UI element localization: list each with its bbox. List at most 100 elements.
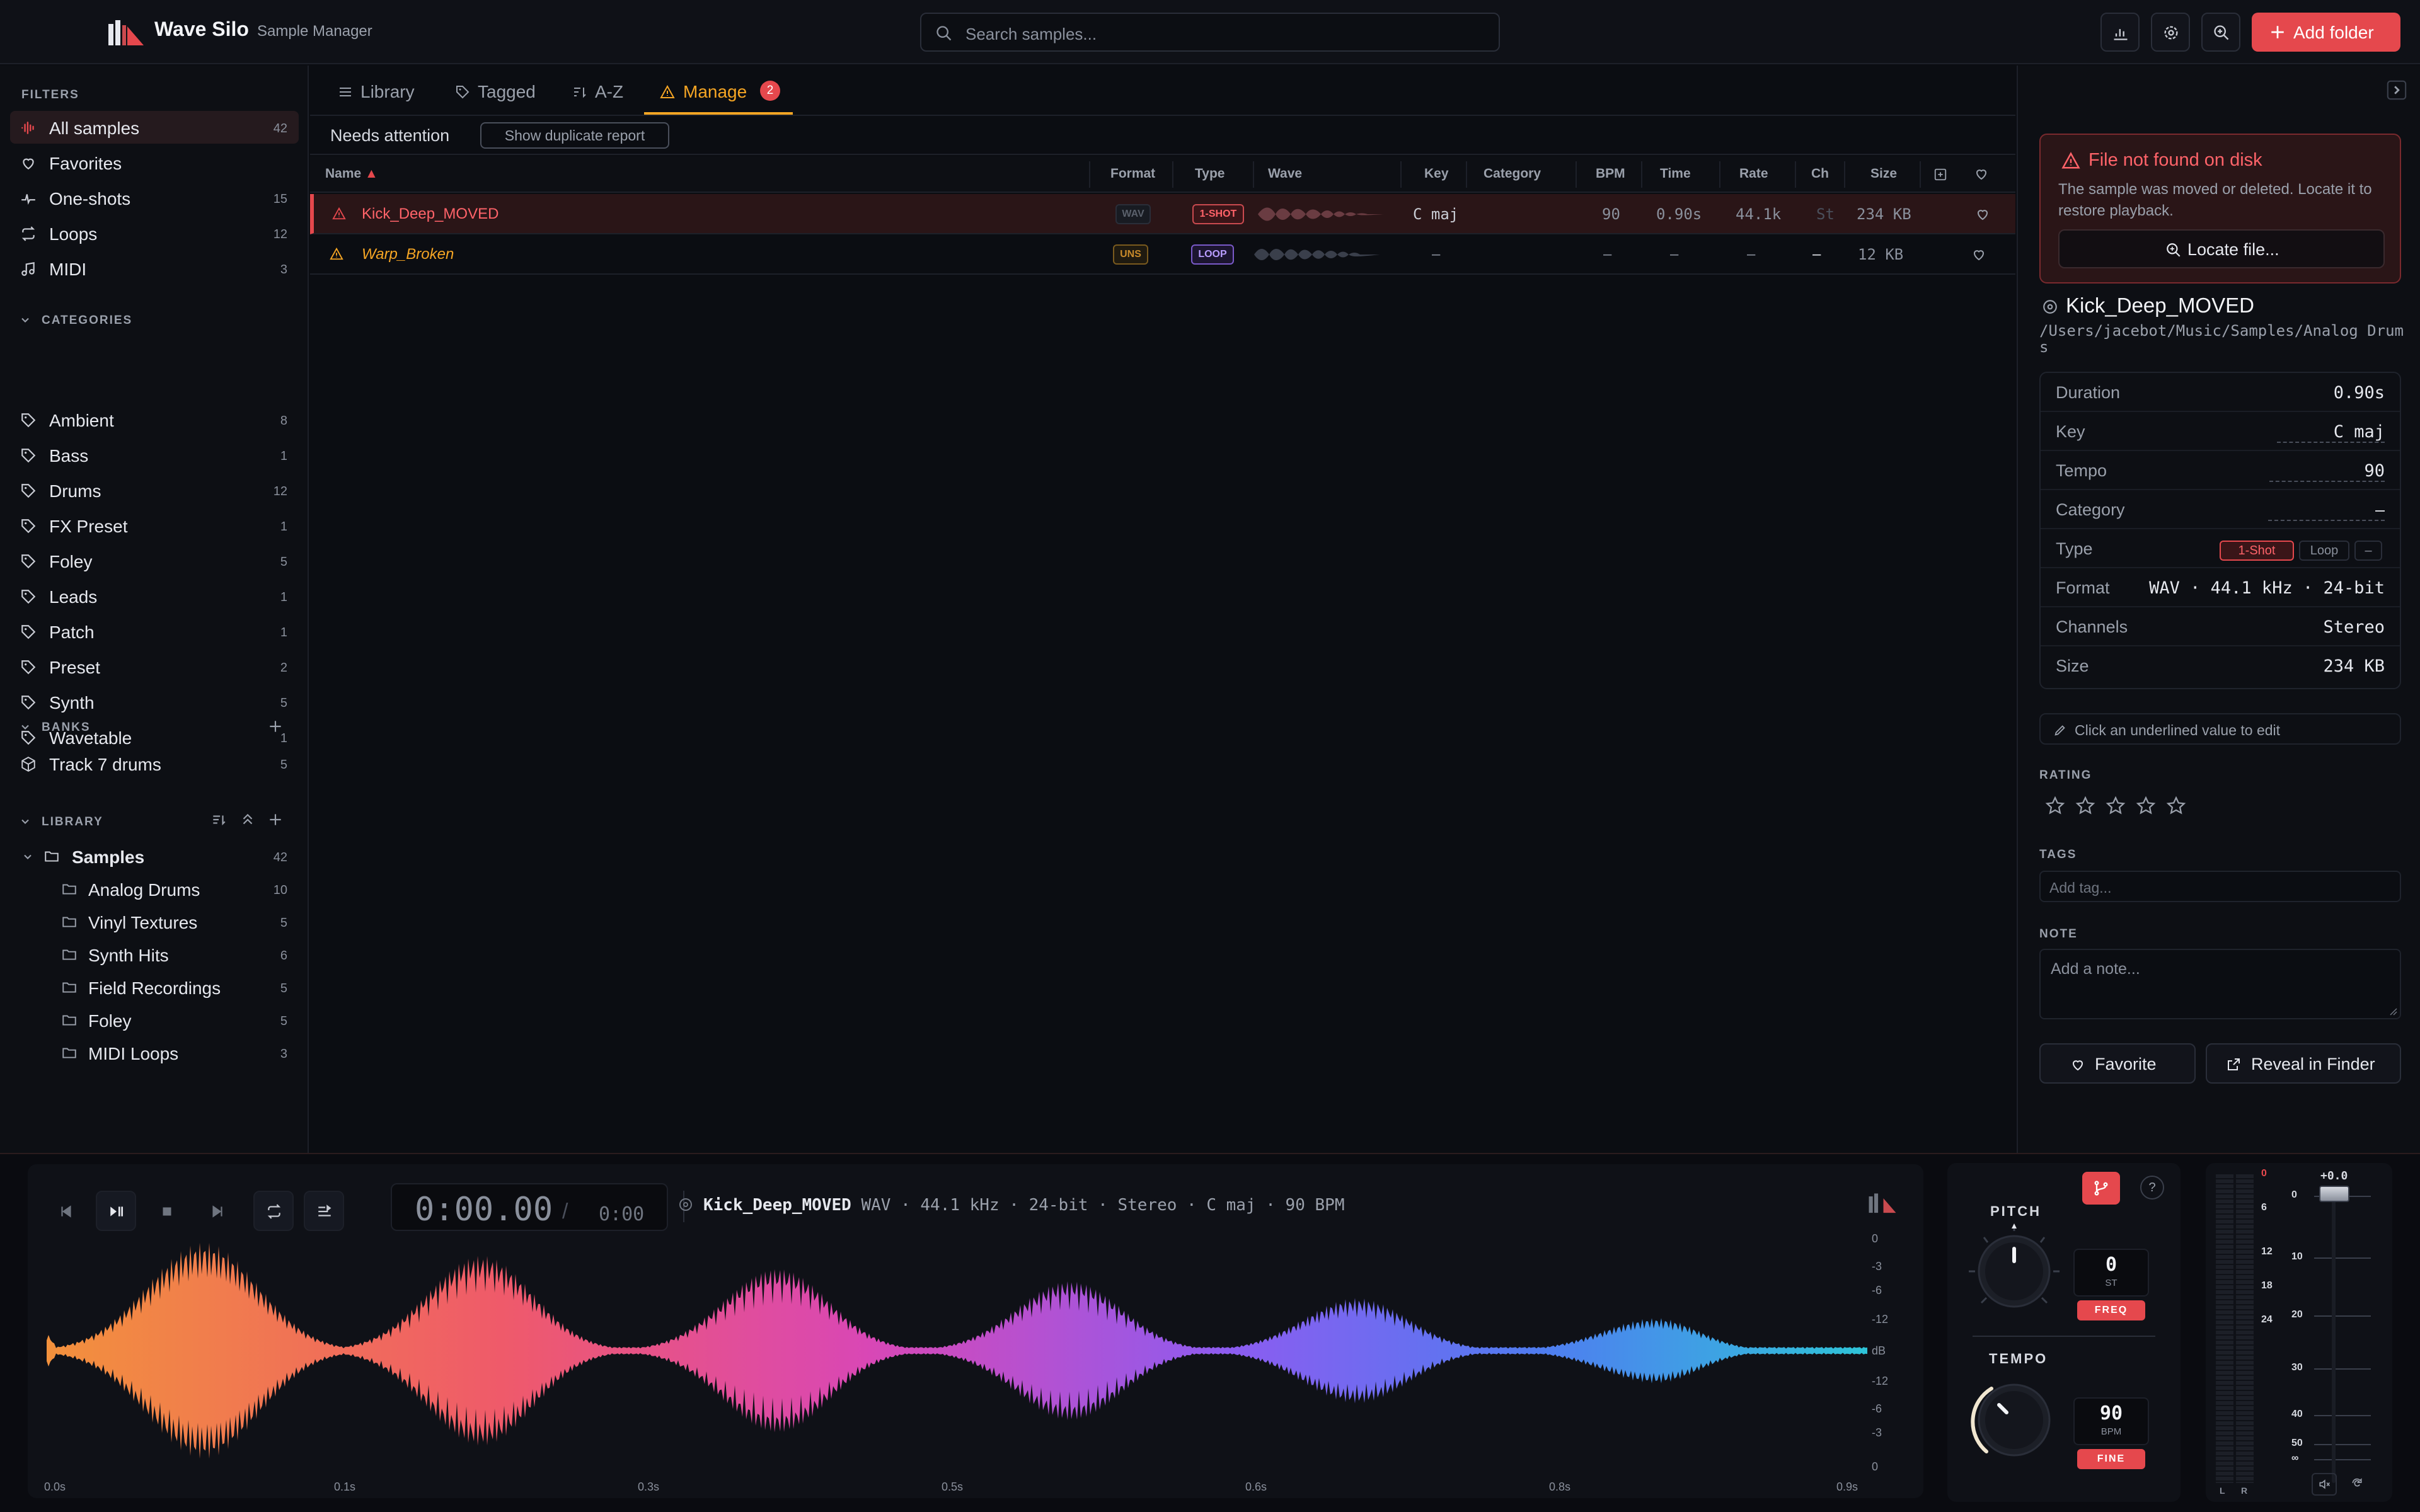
col-resize-handle[interactable]: [1172, 161, 1173, 188]
col-resize-handle[interactable]: [1844, 161, 1845, 188]
favorite-button[interactable]: Favorite: [2039, 1043, 2196, 1084]
tab-tagged[interactable]: Tagged: [455, 79, 550, 115]
col-resize-handle[interactable]: [1795, 161, 1796, 188]
filter-loops[interactable]: Loops 12: [10, 217, 299, 249]
prop-value-editable[interactable]: C maj: [2276, 422, 2385, 443]
col-resize-handle[interactable]: [1641, 161, 1642, 188]
add-folder-icon[interactable]: [267, 811, 284, 828]
category-item[interactable]: Leads 1: [10, 580, 299, 612]
library-folder[interactable]: Synth Hits 6: [10, 939, 299, 970]
library-folder[interactable]: MIDI Loops 3: [10, 1037, 299, 1068]
category-item[interactable]: Patch 1: [10, 615, 299, 648]
library-root-samples[interactable]: Samples 42: [10, 840, 299, 872]
resize-handle-icon[interactable]: [2388, 1007, 2397, 1016]
rating-star-icon[interactable]: [2105, 795, 2126, 816]
library-folder[interactable]: Vinyl Textures 5: [10, 906, 299, 937]
pitch-mode-button[interactable]: FREQ: [2077, 1300, 2145, 1320]
heart-icon[interactable]: [1974, 166, 1989, 181]
prop-value-editable[interactable]: –: [2267, 500, 2385, 521]
library-folder[interactable]: Field Recordings 5: [10, 971, 299, 1003]
stats-button[interactable]: [2100, 13, 2140, 52]
collapse-all-icon[interactable]: [239, 811, 256, 828]
loop-toggle-button[interactable]: [253, 1191, 294, 1231]
column-settings-icon[interactable]: [1933, 168, 1947, 181]
prop-key[interactable]: Key C maj: [2041, 412, 2400, 451]
filter-all-samples[interactable]: All samples 42: [10, 111, 299, 144]
category-item[interactable]: FX Preset 1: [10, 509, 299, 542]
help-button[interactable]: ?: [2140, 1176, 2164, 1200]
type-option-loop[interactable]: Loop: [2299, 541, 2349, 561]
collapse-panel-icon[interactable]: [2386, 79, 2407, 101]
pitch-value-box[interactable]: 0 ST: [2073, 1249, 2149, 1297]
chevron-down-icon[interactable]: [19, 721, 32, 733]
prop-category[interactable]: Category –: [2041, 490, 2400, 529]
play-pause-button[interactable]: [96, 1191, 136, 1231]
rating-star-icon[interactable]: [2165, 795, 2187, 816]
locate-file-button[interactable]: Locate file...: [2058, 229, 2385, 268]
rating-star-icon[interactable]: [2075, 795, 2096, 816]
mute-button[interactable]: [2312, 1473, 2337, 1496]
category-item[interactable]: Bass 1: [10, 438, 299, 471]
settings-button[interactable]: [2151, 13, 2190, 52]
reveal-in-finder-button[interactable]: Reveal in Finder: [2206, 1043, 2401, 1084]
col-key[interactable]: Key: [1424, 166, 1449, 181]
tempo-knob[interactable]: [1964, 1370, 2065, 1470]
category-item[interactable]: Ambient 8: [10, 403, 299, 436]
col-size[interactable]: Size: [1870, 166, 1897, 181]
tags-input[interactable]: Add tag...: [2039, 871, 2401, 902]
col-resize-handle[interactable]: [1576, 161, 1577, 188]
col-wave[interactable]: Wave: [1268, 166, 1302, 181]
chevron-down-icon[interactable]: [19, 815, 32, 828]
type-option-none[interactable]: –: [2354, 541, 2382, 561]
col-resize-handle[interactable]: [1920, 161, 1921, 188]
zoom-button[interactable]: [2201, 13, 2240, 52]
tempo-value-box[interactable]: 90 BPM: [2073, 1397, 2149, 1445]
library-folder[interactable]: Foley 5: [10, 1004, 299, 1036]
col-resize-handle[interactable]: [1089, 161, 1090, 188]
bank-item[interactable]: Track 7 drums 5: [10, 747, 299, 780]
gain-fader-handle[interactable]: [2319, 1186, 2349, 1202]
add-bank-icon[interactable]: [267, 718, 284, 735]
col-rate[interactable]: Rate: [1739, 166, 1768, 181]
col-bpm[interactable]: BPM: [1596, 166, 1625, 181]
reset-gain-button[interactable]: [2346, 1473, 2371, 1496]
col-ch[interactable]: Ch: [1811, 166, 1829, 181]
category-item[interactable]: Drums 12: [10, 474, 299, 507]
col-resize-handle[interactable]: [1719, 161, 1720, 188]
add-folder-button[interactable]: Add folder: [2252, 13, 2400, 52]
rating-star-icon[interactable]: [2135, 795, 2157, 816]
col-name[interactable]: Name ▲: [325, 166, 378, 181]
col-format[interactable]: Format: [1110, 166, 1155, 181]
prop-value-editable[interactable]: 90: [2269, 461, 2385, 482]
tempo-mode-button[interactable]: FINE: [2077, 1449, 2145, 1469]
col-resize-handle[interactable]: [1400, 161, 1402, 188]
queue-button[interactable]: [304, 1191, 344, 1231]
tab-a-z[interactable]: A-Z: [572, 79, 642, 115]
sort-icon[interactable]: [210, 811, 227, 828]
tab-manage[interactable]: Manage 2: [644, 79, 793, 115]
category-item[interactable]: Synth 5: [10, 685, 299, 718]
col-resize-handle[interactable]: [1466, 161, 1467, 188]
rating-star-icon[interactable]: [2044, 795, 2066, 816]
col-resize-handle[interactable]: [1253, 161, 1254, 188]
category-item[interactable]: Preset 2: [10, 650, 299, 683]
tab-library[interactable]: Library: [338, 79, 432, 115]
type-option-oneshot[interactable]: 1-Shot: [2220, 541, 2294, 561]
category-item[interactable]: Foley 5: [10, 544, 299, 577]
table-row[interactable]: Warp_Broken UNS LOOP – – – – – 12 KB: [310, 234, 2015, 275]
col-type[interactable]: Type: [1195, 166, 1224, 181]
col-time[interactable]: Time: [1660, 166, 1691, 181]
show-duplicate-report-button[interactable]: Show duplicate report: [480, 122, 669, 149]
pitch-link-button[interactable]: [2082, 1172, 2120, 1205]
library-folder[interactable]: Analog Drums 10: [10, 873, 299, 905]
note-textarea[interactable]: Add a note...: [2039, 949, 2401, 1019]
chevron-down-icon[interactable]: [19, 314, 32, 326]
favorite-heart-icon[interactable]: [1975, 207, 1990, 222]
table-row[interactable]: Kick_Deep_MOVED WAV 1-SHOT C maj 90 0.90…: [310, 194, 2015, 234]
pitch-knob[interactable]: [1964, 1221, 2065, 1322]
filter-favorites[interactable]: Favorites: [10, 146, 299, 179]
filter-one-shots[interactable]: One-shots 15: [10, 181, 299, 214]
stop-button[interactable]: [146, 1191, 187, 1231]
filter-midi[interactable]: MIDI 3: [10, 252, 299, 285]
next-button[interactable]: [197, 1191, 237, 1231]
